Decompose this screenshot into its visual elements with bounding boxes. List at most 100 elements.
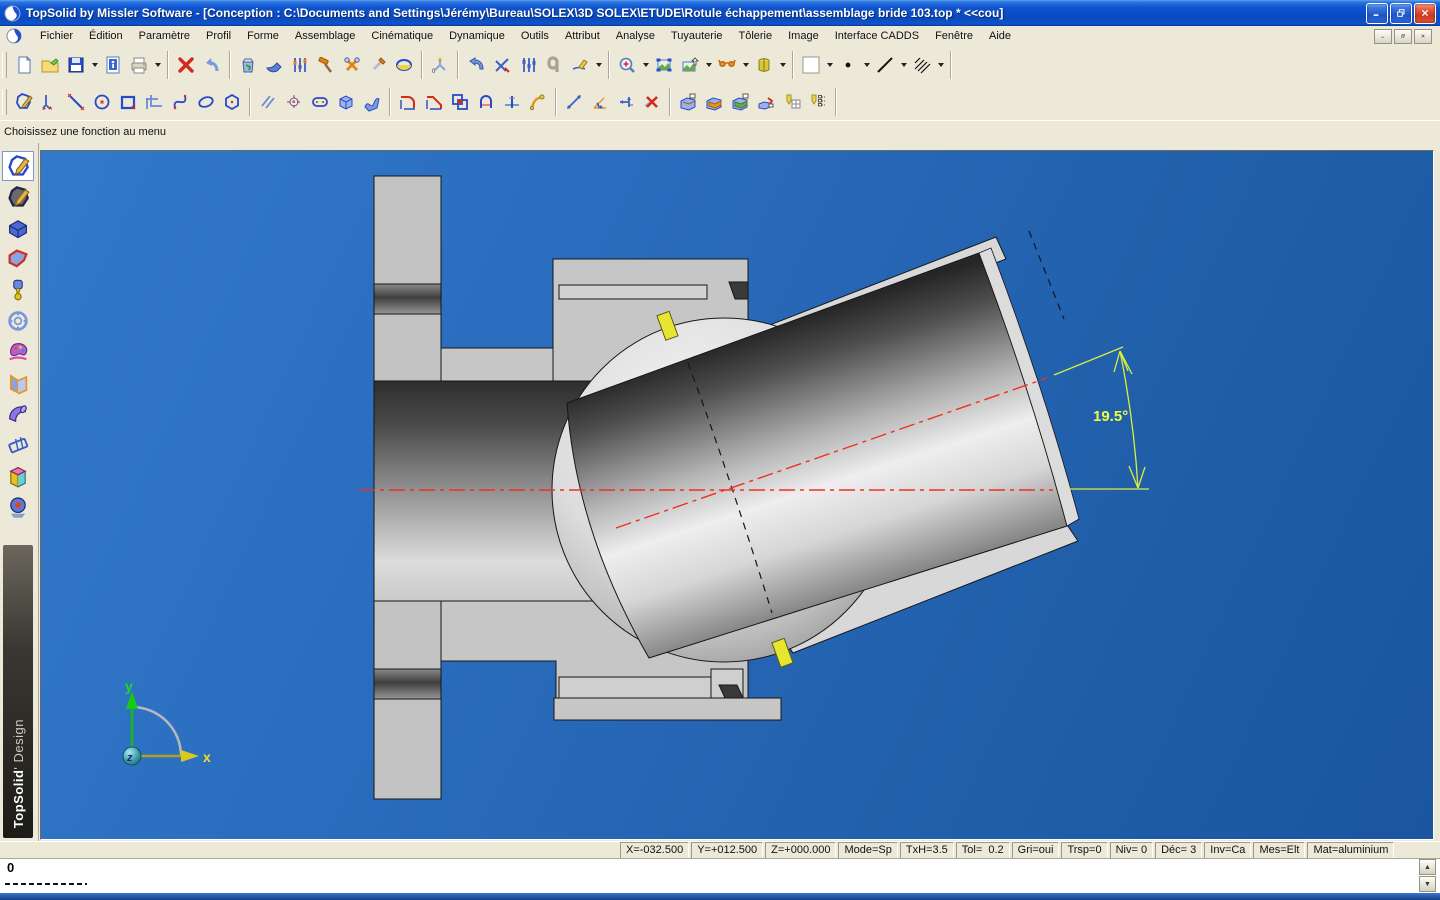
- fit-view-button[interactable]: [651, 51, 677, 79]
- save-button[interactable]: [63, 51, 89, 79]
- undo-arrow-button[interactable]: [199, 51, 225, 79]
- frame-ladder-mode-button[interactable]: [2, 430, 34, 460]
- zoom-in-dropdown-arrow[interactable]: [640, 51, 651, 79]
- scroll-down-button[interactable]: ▼: [1419, 876, 1436, 892]
- trim-tool-button[interactable]: [499, 88, 525, 116]
- modify-tool-button[interactable]: [261, 51, 287, 79]
- screw-tool-button[interactable]: [365, 51, 391, 79]
- sketch-hand-button[interactable]: [567, 51, 593, 79]
- command-area[interactable]: 0 ▲ ▼: [0, 858, 1440, 894]
- rectangle-tool-button[interactable]: [115, 88, 141, 116]
- ring-tool-button[interactable]: [391, 51, 417, 79]
- toolbar-grip[interactable]: [2, 52, 7, 78]
- curve-edit-button[interactable]: [525, 88, 551, 116]
- menu-parametre[interactable]: Paramètre: [131, 28, 198, 44]
- menu-interface-cadds[interactable]: Interface CADDS: [827, 28, 927, 44]
- line-segment-button[interactable]: [63, 88, 89, 116]
- point-style-button[interactable]: [835, 51, 861, 79]
- point-branch-button[interactable]: 0: [427, 51, 453, 79]
- corner-fillet-button[interactable]: [395, 88, 421, 116]
- toolbar-grip[interactable]: [2, 89, 7, 115]
- save-dropdown-arrow[interactable]: [89, 51, 100, 79]
- bom-tree-button[interactable]: [805, 88, 831, 116]
- menu-edition[interactable]: Édition: [81, 28, 131, 44]
- dimension-line-button[interactable]: [561, 88, 587, 116]
- constraint-dim-button[interactable]: [613, 88, 639, 116]
- mdi-close-button[interactable]: [1414, 29, 1432, 44]
- shaded-view-button[interactable]: [751, 51, 777, 79]
- branch-arrows-button[interactable]: [463, 51, 489, 79]
- close-button[interactable]: [1414, 3, 1436, 24]
- hammer-tool-button[interactable]: [313, 51, 339, 79]
- surface-tool-button[interactable]: [359, 88, 385, 116]
- menu-analyse[interactable]: Analyse: [608, 28, 663, 44]
- boolean-squares-button[interactable]: [447, 88, 473, 116]
- point-style-dropdown-arrow[interactable]: [861, 51, 872, 79]
- sheet-bend-mode-button[interactable]: [2, 368, 34, 398]
- color-swatch-dropdown-arrow[interactable]: [824, 51, 835, 79]
- document-info-button[interactable]: [100, 51, 126, 79]
- ellipse-tool-button[interactable]: [193, 88, 219, 116]
- component-part-button[interactable]: [701, 88, 727, 116]
- line-style-button[interactable]: [872, 51, 898, 79]
- assembly-corner-mode-button[interactable]: [2, 461, 34, 491]
- center-point-button[interactable]: [281, 88, 307, 116]
- edit-bin-button[interactable]: [235, 51, 261, 79]
- print-dropdown-arrow[interactable]: [152, 51, 163, 79]
- wrench-pair-button[interactable]: [339, 51, 365, 79]
- pipe-elbow-mode-button[interactable]: [2, 399, 34, 429]
- render-palette-mode-button[interactable]: [2, 337, 34, 367]
- pan-view-button[interactable]: [677, 51, 703, 79]
- corner-chamfer-button[interactable]: [421, 88, 447, 116]
- hatch-style-button[interactable]: [909, 51, 935, 79]
- menu-assemblage[interactable]: Assemblage: [287, 28, 364, 44]
- attributes-sliders-button[interactable]: [287, 51, 313, 79]
- menu-profil[interactable]: Profil: [198, 28, 239, 44]
- open-folder-button[interactable]: [37, 51, 63, 79]
- menu-image[interactable]: Image: [780, 28, 827, 44]
- dimension-angle-button[interactable]: [587, 88, 613, 116]
- glasses-view-dropdown-arrow[interactable]: [740, 51, 751, 79]
- menu-cinematique[interactable]: Cinématique: [363, 28, 441, 44]
- delete-constraint-button[interactable]: [639, 88, 665, 116]
- polygon-tool-button[interactable]: [219, 88, 245, 116]
- menu-outils[interactable]: Outils: [513, 28, 557, 44]
- contour-pencil-button[interactable]: [11, 88, 37, 116]
- transform-point-button[interactable]: [37, 88, 63, 116]
- zoom-in-button[interactable]: [614, 51, 640, 79]
- obround-slot-button[interactable]: [307, 88, 333, 116]
- shaded-view-dropdown-arrow[interactable]: [777, 51, 788, 79]
- restore-button[interactable]: [1390, 3, 1412, 24]
- menu-attribut[interactable]: Attribut: [557, 28, 608, 44]
- print-button[interactable]: [126, 51, 152, 79]
- component-include-button[interactable]: [675, 88, 701, 116]
- circle-tool-button[interactable]: [89, 88, 115, 116]
- color-swatch-button[interactable]: [798, 51, 824, 79]
- menu-tolerie[interactable]: Tôlerie: [731, 28, 781, 44]
- part-piston-mode-button[interactable]: [2, 275, 34, 305]
- parallel-lines-button[interactable]: [255, 88, 281, 116]
- pan-view-dropdown-arrow[interactable]: [703, 51, 714, 79]
- hatch-style-dropdown-arrow[interactable]: [935, 51, 946, 79]
- viewport-3d[interactable]: 19.5° y x z: [40, 150, 1434, 840]
- frame-tool-button[interactable]: [141, 88, 167, 116]
- bearing-ring-mode-button[interactable]: [2, 306, 34, 336]
- menu-forme[interactable]: Forme: [239, 28, 287, 44]
- slider-set-button[interactable]: [515, 51, 541, 79]
- component-standard-button[interactable]: [727, 88, 753, 116]
- scroll-up-button[interactable]: ▲: [1419, 859, 1436, 875]
- mdi-minimize-button[interactable]: [1374, 29, 1392, 44]
- minimize-button[interactable]: [1366, 3, 1388, 24]
- mdi-restore-button[interactable]: [1394, 29, 1412, 44]
- delete-cross-button[interactable]: [173, 51, 199, 79]
- sketch-2d-mode-button[interactable]: [2, 151, 34, 181]
- sketch-hand-dropdown-arrow[interactable]: [593, 51, 604, 79]
- cross-lines-button[interactable]: [489, 51, 515, 79]
- glasses-view-button[interactable]: [714, 51, 740, 79]
- component-move-button[interactable]: [753, 88, 779, 116]
- menu-tuyauterie[interactable]: Tuyauterie: [663, 28, 731, 44]
- solid-block-mode-button[interactable]: [2, 213, 34, 243]
- line-style-dropdown-arrow[interactable]: [898, 51, 909, 79]
- sketch-3d-mode-button[interactable]: [2, 182, 34, 212]
- camera-view-mode-button[interactable]: [2, 492, 34, 522]
